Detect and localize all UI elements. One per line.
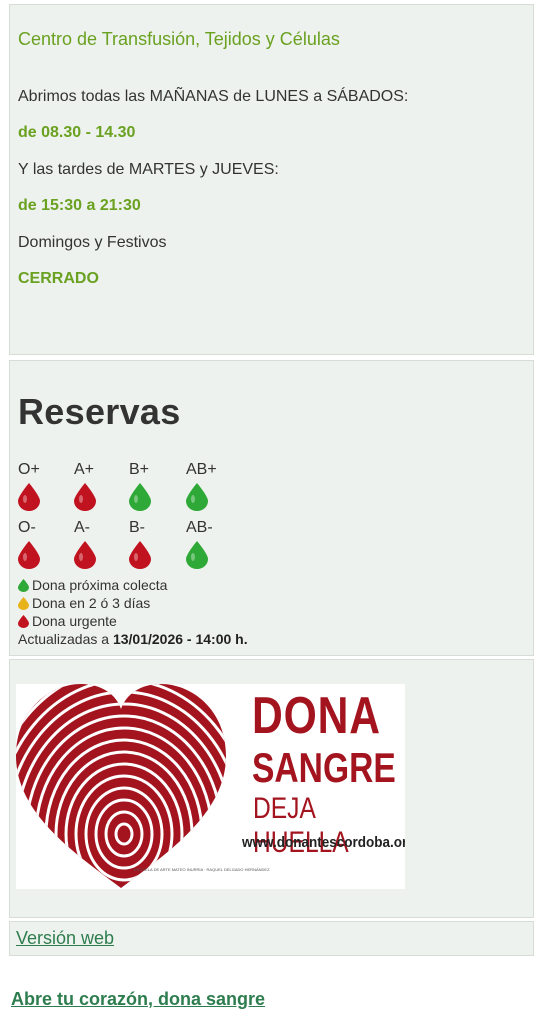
holidays-text: Domingos y Festivos bbox=[18, 234, 167, 251]
green-blood-drop-icon bbox=[129, 483, 151, 511]
green-blood-drop-icon bbox=[186, 541, 208, 569]
blood-type-label: AB+ bbox=[186, 461, 217, 478]
legend-item-urgent: Dona urgente bbox=[18, 613, 117, 629]
banner-sangre: SANGRE bbox=[252, 744, 396, 791]
red-blood-drop-icon bbox=[129, 541, 151, 569]
red-drop-icon bbox=[18, 614, 29, 628]
green-drop-icon bbox=[18, 578, 29, 592]
footer-donate-link[interactable]: Abre tu corazón, dona sangre bbox=[11, 989, 265, 1010]
center-title: Centro de Transfusión, Tejidos y Células bbox=[18, 29, 340, 49]
legend-label: Dona urgente bbox=[32, 613, 117, 629]
afternoon-hours: de 15:30 a 21:30 bbox=[18, 197, 141, 214]
banner-dona: DONA bbox=[252, 687, 381, 745]
blood-type-label: B+ bbox=[129, 461, 150, 478]
morning-text: Abrimos todas las MAÑANAS de LUNES a SÁB… bbox=[18, 88, 409, 105]
legend-item-soon: Dona en 2 ó 3 días bbox=[18, 595, 150, 611]
blood-type-label: A+ bbox=[74, 461, 95, 478]
blood-type-label: O- bbox=[18, 519, 36, 536]
legend-item-next: Dona próxima colecta bbox=[18, 577, 167, 593]
donation-banner-image[interactable]: DONA SANGRE DEJA HUELLA www.donantescord… bbox=[16, 684, 405, 889]
banner-panel: DONA SANGRE DEJA HUELLA www.donantescord… bbox=[9, 659, 534, 918]
yellow-drop-icon bbox=[18, 596, 29, 610]
red-blood-drop-icon bbox=[18, 541, 40, 569]
morning-hours: de 08.30 - 14.30 bbox=[18, 124, 136, 141]
green-blood-drop-icon bbox=[186, 483, 208, 511]
afternoon-text: Y las tardes de MARTES y JUEVES: bbox=[18, 161, 279, 178]
banner-url: www.donantescordoba.org bbox=[242, 834, 405, 851]
banner-credit: ESCUELA DE ARTE MATEO INURRIA · RAQUEL D… bbox=[134, 867, 270, 872]
blood-type-label: O+ bbox=[18, 461, 40, 478]
red-blood-drop-icon bbox=[18, 483, 40, 511]
legend-label: Dona en 2 ó 3 días bbox=[32, 595, 151, 611]
updated-line: Actualizadas a 13/01/2026 - 14:00 h. bbox=[18, 631, 248, 647]
hours-panel: Centro de Transfusión, Tejidos y Células… bbox=[9, 4, 534, 355]
blood-type-label: A- bbox=[74, 519, 90, 536]
web-version-panel: Versión web bbox=[9, 921, 534, 956]
reserves-title: Reservas bbox=[18, 391, 181, 432]
updated-prefix: Actualizadas a bbox=[18, 631, 110, 647]
legend-label: Dona próxima colecta bbox=[32, 577, 168, 593]
red-blood-drop-icon bbox=[74, 541, 96, 569]
web-version-link[interactable]: Versión web bbox=[16, 928, 114, 949]
blood-type-label: AB- bbox=[186, 519, 213, 536]
blood-type-label: B- bbox=[129, 519, 145, 536]
reserves-panel: Reservas O+ A+ B+ AB+ O- A- B- AB- Dona próxima… bbox=[9, 360, 534, 656]
updated-value: 13/01/2026 - 14:00 h. bbox=[112, 631, 248, 647]
red-blood-drop-icon bbox=[74, 483, 96, 511]
holidays-status: CERRADO bbox=[18, 270, 99, 287]
